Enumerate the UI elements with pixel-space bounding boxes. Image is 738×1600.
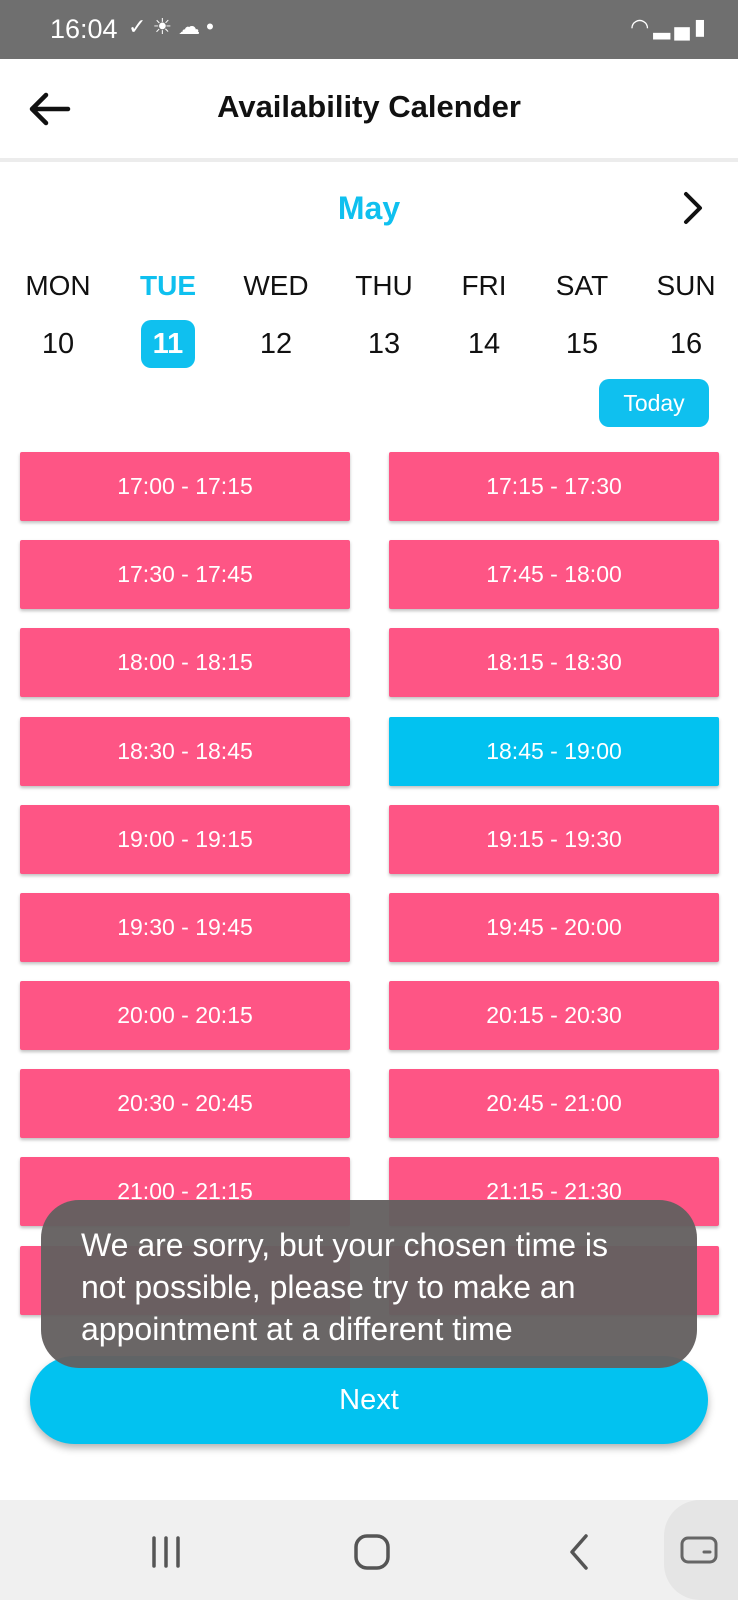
sunrise-icon: ☀ xyxy=(152,14,179,39)
day-mon[interactable]: MON 10 xyxy=(13,268,103,368)
time-slot[interactable]: 19:00 - 19:15 xyxy=(20,805,350,874)
time-slot[interactable]: 20:15 - 20:30 xyxy=(389,981,719,1050)
app-bar: Availability Calender xyxy=(0,59,738,162)
wifi-icon: ◠ xyxy=(630,14,654,39)
day-fri[interactable]: FRI 14 xyxy=(439,268,529,368)
day-name: FRI xyxy=(461,270,507,301)
time-slot-selected[interactable]: 18:45 - 19:00 xyxy=(389,717,719,786)
system-nav-bar xyxy=(0,1500,738,1600)
keyboard-icon xyxy=(680,1536,718,1564)
back-icon[interactable] xyxy=(560,1532,600,1572)
time-slot[interactable]: 19:45 - 20:00 xyxy=(389,893,719,962)
day-thu[interactable]: THU 13 xyxy=(339,268,429,368)
time-slot[interactable]: 18:15 - 18:30 xyxy=(389,628,719,697)
day-number: 15 xyxy=(565,328,599,360)
day-name: SUN xyxy=(656,270,716,301)
time-slot[interactable]: 17:15 - 17:30 xyxy=(389,452,719,521)
battery-icon: ▮ xyxy=(693,14,710,39)
keyboard-toggle[interactable] xyxy=(664,1500,738,1600)
time-slot[interactable]: 18:00 - 18:15 xyxy=(20,628,350,697)
time-slot[interactable]: 17:30 - 17:45 xyxy=(20,540,350,609)
day-number: 16 xyxy=(669,328,703,360)
day-name: TUE xyxy=(140,270,196,301)
time-slot[interactable]: 19:15 - 19:30 xyxy=(389,805,719,874)
day-wed[interactable]: WED 12 xyxy=(231,268,321,368)
day-name: SAT xyxy=(555,270,609,301)
time-slot[interactable]: 18:30 - 18:45 xyxy=(20,717,350,786)
time-slot[interactable]: 20:30 - 20:45 xyxy=(20,1069,350,1138)
day-number: 10 xyxy=(41,328,75,360)
time-slot[interactable]: 17:45 - 18:00 xyxy=(389,540,719,609)
today-button[interactable]: Today xyxy=(599,379,709,427)
day-name: MON xyxy=(25,270,91,301)
day-sat[interactable]: SAT 15 xyxy=(537,268,627,368)
home-icon[interactable] xyxy=(352,1532,392,1572)
time-slot[interactable]: 20:00 - 20:15 xyxy=(20,981,350,1050)
time-slot[interactable]: 20:45 - 21:00 xyxy=(389,1069,719,1138)
page-title: Availability Calender xyxy=(217,89,521,124)
day-number: 13 xyxy=(367,328,401,360)
day-tue[interactable]: TUE 11 xyxy=(123,268,213,368)
day-name: WED xyxy=(243,270,309,301)
time-slot[interactable]: 19:30 - 19:45 xyxy=(20,893,350,962)
check-icon: ✓ xyxy=(128,14,153,39)
month-label: May xyxy=(337,190,401,226)
cloud-icon: ☁ xyxy=(178,14,207,39)
recent-apps-icon[interactable] xyxy=(146,1532,186,1572)
day-name: THU xyxy=(355,270,413,301)
time-slot[interactable]: 17:00 - 17:15 xyxy=(20,452,350,521)
day-number: 14 xyxy=(467,328,501,360)
chevron-right-icon[interactable] xyxy=(678,190,708,226)
next-button[interactable]: Next xyxy=(30,1356,708,1444)
signal-icon: ▂▄ xyxy=(653,14,694,39)
status-bar: 16:04 ✓☀☁• ◠▂▄▮ xyxy=(0,0,738,59)
day-sun[interactable]: SUN 16 xyxy=(641,268,731,368)
dot-icon: • xyxy=(206,14,220,39)
status-time: 16:04 xyxy=(50,14,118,44)
day-number: 12 xyxy=(259,328,293,360)
error-toast: We are sorry, but your chosen time is no… xyxy=(41,1200,697,1368)
day-number-selected: 11 xyxy=(141,320,195,368)
